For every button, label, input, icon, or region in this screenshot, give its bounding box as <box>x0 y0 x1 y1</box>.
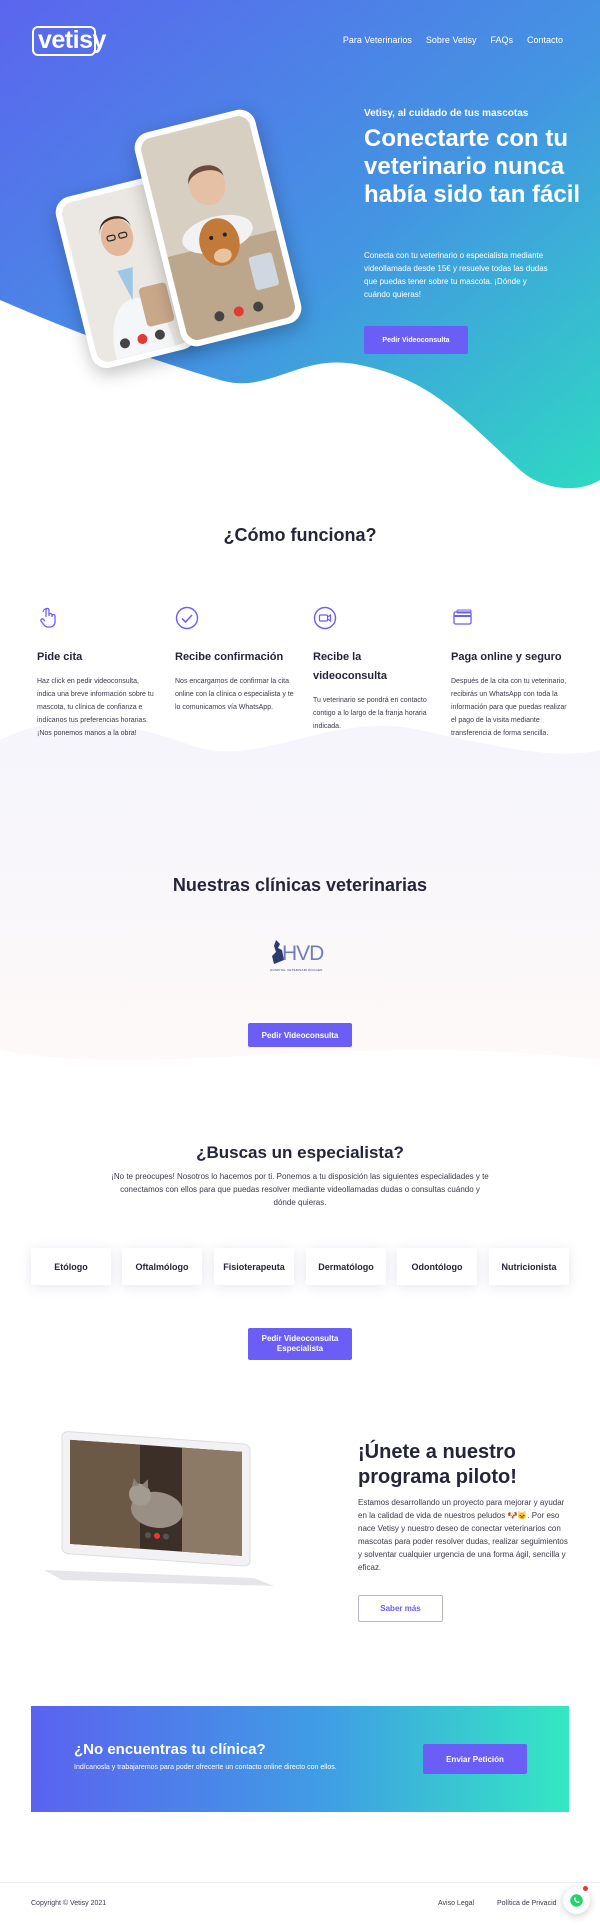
credit-card-icon <box>453 609 472 625</box>
footer-privacy-link[interactable]: Política de Privacid <box>497 1900 557 1907</box>
check-circle-icon <box>175 606 199 630</box>
whatsapp-chat-button[interactable] <box>563 1887 590 1914</box>
step-recibe-confirmacion: Recibe confirmación Nos encargamos de co… <box>175 606 295 714</box>
specialist-card-fisioterapeuta[interactable]: Fisioterapeuta <box>214 1248 294 1285</box>
nav-para-veterinarios[interactable]: Para Veterinarios <box>343 35 412 45</box>
enviar-peticion-button[interactable]: Enviar Petición <box>423 1744 527 1774</box>
hvd-clinic-logo[interactable]: HVD HOSPITAL VETERINARI DOCGEN <box>268 938 332 978</box>
main-nav: Para Veterinarios Sobre Vetisy FAQs Cont… <box>343 35 563 45</box>
step-text: Haz click en pedir videoconsulta, indica… <box>37 678 154 737</box>
nav-faqs[interactable]: FAQs <box>490 35 513 45</box>
step-title: Recibe la videoconsulta <box>313 651 387 682</box>
step-text: Nos encargamos de confirmar la cita onli… <box>175 678 294 711</box>
hero-subtitle: Vetisy, al cuidado de tus mascotas <box>364 108 529 119</box>
video-camera-icon <box>313 606 337 630</box>
logo[interactable]: vetisy <box>32 25 106 56</box>
specialist-card-odontologo[interactable]: Odontólogo <box>397 1248 477 1285</box>
cta-banner-text: Indícanosla y trabajaremos para poder of… <box>74 1764 337 1771</box>
specialist-videoconsulta-button[interactable]: Pedir Videoconsulta Especialista <box>248 1328 352 1360</box>
step-paga-online: Paga online y seguro Después de la cita … <box>451 606 571 740</box>
whatsapp-icon <box>570 1894 583 1907</box>
hero-description: Conecta con tu veterinario o especialist… <box>364 251 548 299</box>
how-it-works-title: ¿Cómo funciona? <box>223 525 377 545</box>
nav-contacto[interactable]: Contacto <box>527 35 563 45</box>
hvd-logo-text: HVD <box>282 942 324 965</box>
step-recibe-videoconsulta: Recibe la videoconsulta Tu veterinario s… <box>313 606 433 733</box>
logo-text: vetisy <box>38 25 106 54</box>
specialist-card-oftalmologo[interactable]: Oftalmólogo <box>122 1248 202 1285</box>
cta-banner-title: ¿No encuentras tu clínica? <box>74 1741 266 1758</box>
specialist-button-line2: Especialista <box>276 1344 324 1353</box>
footer-divider <box>0 1882 600 1883</box>
step-title: Pide cita <box>37 651 83 663</box>
step-title: Paga online y seguro <box>451 651 562 663</box>
pilot-program-text: Estamos desarrollando un proyecto para m… <box>358 1498 568 1572</box>
laptop-cat-image <box>44 1431 274 1586</box>
specialists-description: ¡No te preocupes! Nosotros lo hacemos po… <box>111 1172 489 1207</box>
specialists-title: ¿Buscas un especialista? <box>196 1143 404 1162</box>
clinics-title: Nuestras clínicas veterinarias <box>172 875 428 895</box>
hero-title: Conectarte con tu veterinario nunca habí… <box>364 125 581 208</box>
step-text: Después de la cita con tu veterinario, r… <box>451 678 567 737</box>
nav-sobre-vetisy[interactable]: Sobre Vetisy <box>426 35 477 45</box>
hvd-logo-caption: HOSPITAL VETERINARI DOCGEN <box>270 968 323 972</box>
footer-aviso-legal-link[interactable]: Aviso Legal <box>438 1900 474 1907</box>
step-pide-cita: Pide cita Haz click en pedir videoconsul… <box>37 606 157 740</box>
specialist-button-line1: Pedir Videoconsulta <box>261 1334 339 1343</box>
pilot-program-title: ¡Únete a nuestro programa piloto! <box>358 1441 517 1488</box>
specialist-card-etologo[interactable]: Etólogo <box>31 1248 111 1285</box>
specialist-card-nutricionista[interactable]: Nutricionista <box>489 1248 569 1285</box>
specialist-card-dermatologo[interactable]: Dermatólogo <box>306 1248 386 1285</box>
clinics-videoconsulta-button[interactable]: Pedir Videoconsulta <box>248 1023 352 1047</box>
step-text: Tu veterinario se pondrá en contacto con… <box>313 697 427 730</box>
hero-videoconsulta-button[interactable]: Pedir Videoconsulta <box>364 326 468 354</box>
saber-mas-button[interactable]: Saber más <box>358 1595 443 1622</box>
laptop-mockup <box>44 1430 274 1590</box>
footer-copyright: Copyright © Vetisy 2021 <box>31 1900 107 1907</box>
notification-dot <box>583 1886 588 1891</box>
hand-pointer-icon <box>40 607 56 628</box>
step-title: Recibe confirmación <box>175 651 284 663</box>
